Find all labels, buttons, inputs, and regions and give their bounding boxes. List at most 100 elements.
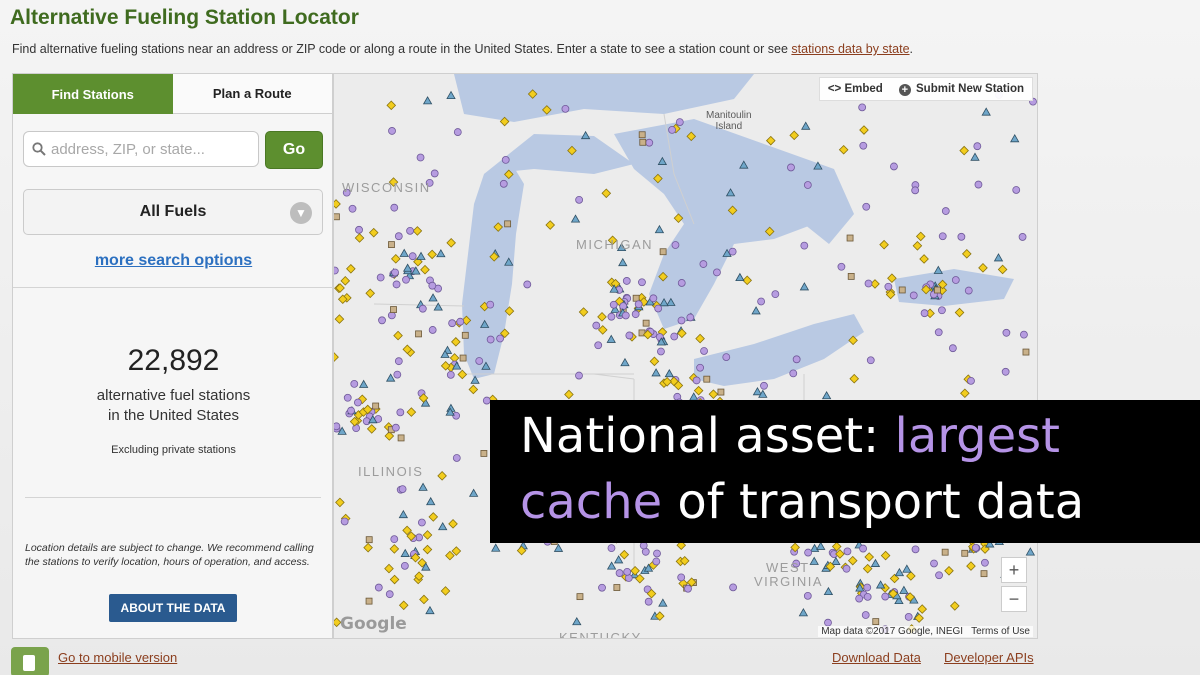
station-marker-electric[interactable] bbox=[353, 398, 362, 407]
station-marker-cng[interactable] bbox=[659, 248, 667, 256]
station-marker-cng[interactable] bbox=[365, 536, 373, 544]
station-marker-electric[interactable] bbox=[855, 594, 864, 603]
station-marker-electric[interactable] bbox=[645, 138, 654, 147]
station-marker-electric[interactable] bbox=[631, 310, 640, 319]
station-marker-electric[interactable] bbox=[884, 282, 893, 291]
station-marker-electric[interactable] bbox=[644, 597, 653, 606]
zoom-in-button[interactable]: + bbox=[1001, 557, 1027, 583]
search-box[interactable] bbox=[23, 131, 259, 167]
station-marker-electric[interactable] bbox=[938, 306, 946, 315]
station-marker-electric[interactable] bbox=[416, 153, 425, 162]
station-marker-cng[interactable] bbox=[980, 570, 988, 578]
tab-find-stations[interactable]: Find Stations bbox=[13, 74, 173, 114]
station-marker-cng[interactable] bbox=[397, 434, 405, 442]
search-input[interactable] bbox=[51, 140, 251, 158]
station-marker-electric[interactable] bbox=[842, 564, 851, 573]
station-marker-electric[interactable] bbox=[350, 379, 359, 388]
station-marker-electric[interactable] bbox=[837, 262, 846, 271]
station-marker-electric[interactable] bbox=[771, 290, 780, 299]
station-marker-electric[interactable] bbox=[657, 347, 665, 356]
station-marker-electric[interactable] bbox=[355, 225, 363, 234]
station-marker-electric[interactable] bbox=[668, 125, 676, 134]
station-marker-electric[interactable] bbox=[418, 304, 427, 313]
station-marker-electric[interactable] bbox=[392, 280, 401, 289]
station-marker-cng[interactable] bbox=[872, 618, 880, 625]
station-marker-electric[interactable] bbox=[1020, 330, 1028, 339]
station-marker-electric[interactable] bbox=[789, 369, 798, 378]
station-marker-electric[interactable] bbox=[334, 266, 339, 275]
station-marker-cng[interactable] bbox=[846, 234, 854, 242]
station-marker-electric[interactable] bbox=[390, 203, 399, 212]
station-marker-electric[interactable] bbox=[728, 247, 737, 256]
stations-by-state-link[interactable]: stations data by state bbox=[791, 42, 909, 56]
station-marker-electric[interactable] bbox=[607, 544, 616, 553]
station-marker-electric[interactable] bbox=[803, 181, 812, 189]
station-marker-electric[interactable] bbox=[654, 304, 663, 313]
station-marker-electric[interactable] bbox=[859, 544, 867, 553]
station-marker-cng[interactable] bbox=[632, 294, 640, 302]
station-marker-electric[interactable] bbox=[408, 252, 417, 261]
mobile-version-link[interactable]: Go to mobile version bbox=[58, 650, 177, 665]
station-marker-electric[interactable] bbox=[475, 357, 484, 365]
station-marker-electric[interactable] bbox=[653, 549, 661, 558]
station-marker-electric[interactable] bbox=[686, 313, 695, 322]
station-marker-cng[interactable] bbox=[703, 375, 711, 383]
station-marker-electric[interactable] bbox=[634, 300, 643, 309]
station-marker-cng[interactable] bbox=[638, 131, 646, 139]
station-marker-electric[interactable] bbox=[863, 583, 872, 592]
station-marker-electric[interactable] bbox=[1002, 328, 1011, 337]
station-marker-electric[interactable] bbox=[428, 326, 437, 334]
station-marker-electric[interactable] bbox=[496, 334, 505, 343]
station-marker-electric[interactable] bbox=[864, 279, 873, 288]
station-marker-electric[interactable] bbox=[981, 558, 989, 567]
download-data-link[interactable]: Download Data bbox=[832, 650, 921, 665]
station-marker-electric[interactable] bbox=[930, 559, 938, 568]
station-marker-electric[interactable] bbox=[430, 169, 439, 178]
station-marker-electric[interactable] bbox=[486, 335, 495, 344]
station-marker-electric[interactable] bbox=[639, 541, 648, 550]
station-marker-cng[interactable] bbox=[961, 549, 969, 557]
station-marker-electric[interactable] bbox=[941, 207, 950, 215]
station-marker-electric[interactable] bbox=[638, 278, 646, 287]
station-marker-electric[interactable] bbox=[861, 611, 870, 619]
station-marker-cng[interactable] bbox=[1022, 348, 1030, 356]
station-marker-electric[interactable] bbox=[376, 273, 385, 282]
station-marker-electric[interactable] bbox=[974, 180, 983, 189]
station-marker-electric[interactable] bbox=[652, 557, 661, 566]
station-marker-electric[interactable] bbox=[920, 309, 929, 318]
station-marker-electric[interactable] bbox=[713, 268, 721, 277]
station-marker-electric[interactable] bbox=[677, 573, 686, 582]
station-marker-electric[interactable] bbox=[699, 260, 708, 268]
station-marker-electric[interactable] bbox=[670, 332, 679, 341]
station-marker-electric[interactable] bbox=[607, 312, 616, 321]
station-marker-electric[interactable] bbox=[787, 163, 795, 172]
station-marker-cng[interactable] bbox=[480, 450, 488, 457]
station-marker-electric[interactable] bbox=[964, 286, 973, 295]
station-marker-electric[interactable] bbox=[911, 186, 920, 195]
station-marker-electric[interactable] bbox=[623, 567, 632, 576]
station-marker-electric[interactable] bbox=[858, 103, 867, 112]
station-marker-electric[interactable] bbox=[625, 331, 634, 340]
station-marker-electric[interactable] bbox=[453, 128, 462, 136]
station-marker-electric[interactable] bbox=[452, 454, 461, 462]
station-marker-electric[interactable] bbox=[938, 232, 947, 241]
station-marker-cng[interactable] bbox=[613, 584, 621, 591]
station-marker-cng[interactable] bbox=[642, 319, 650, 327]
station-marker-electric[interactable] bbox=[456, 317, 465, 326]
station-marker-electric[interactable] bbox=[615, 569, 624, 577]
about-the-data-button[interactable]: ABOUT THE DATA bbox=[109, 594, 237, 622]
station-marker-electric[interactable] bbox=[866, 356, 875, 365]
station-marker-electric[interactable] bbox=[675, 118, 684, 127]
station-marker-electric[interactable] bbox=[334, 422, 341, 431]
station-marker-electric[interactable] bbox=[561, 104, 570, 113]
station-marker-electric[interactable] bbox=[452, 411, 461, 420]
station-marker-electric[interactable] bbox=[340, 517, 349, 526]
terms-of-use-link[interactable]: Terms of Use bbox=[971, 626, 1030, 637]
station-marker-cng[interactable] bbox=[504, 220, 512, 228]
station-marker-electric[interactable] bbox=[398, 485, 407, 493]
station-marker-electric[interactable] bbox=[347, 406, 355, 415]
station-marker-electric[interactable] bbox=[971, 543, 980, 552]
station-marker-electric[interactable] bbox=[362, 417, 371, 426]
station-marker-electric[interactable] bbox=[904, 612, 913, 621]
station-marker-electric[interactable] bbox=[909, 291, 918, 300]
